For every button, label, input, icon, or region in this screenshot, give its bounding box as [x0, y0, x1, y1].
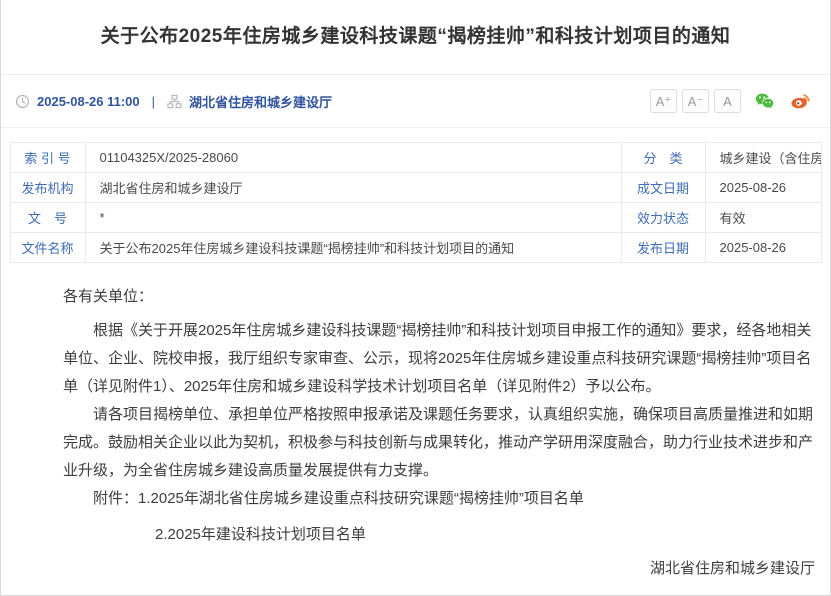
- meta-tools: A⁺ A⁻ A: [645, 89, 812, 113]
- issuing-agency-value: 湖北省住房和城乡建设厅: [85, 173, 621, 203]
- publish-date-value: 2025-08-26: [705, 233, 821, 263]
- notice-page: 关于公布2025年住房城乡建设科技课题“揭榜挂帅”和科技计划项目的通知 2025…: [0, 0, 831, 596]
- article-paragraph: 根据《关于开展2025年住房城乡建设科技课题“揭榜挂帅”和科技计划项目申报工作的…: [63, 317, 815, 401]
- doc-number-value: *: [85, 203, 621, 233]
- index-number-label: 索 引 号: [10, 143, 85, 173]
- attachment-line-1: 附件：1.2025年湖北省住房城乡建设重点科技研究课题“揭榜挂帅”项目名单: [63, 485, 815, 513]
- article-body: 各有关单位： 根据《关于开展2025年住房城乡建设科技课题“揭榜挂帅”和科技计划…: [1, 263, 830, 596]
- document-info-table: 索 引 号 01104325X/2025-28060 分 类 城乡建设（含住房）…: [10, 142, 822, 263]
- meta-separator: |: [152, 94, 155, 109]
- file-title-label: 文件名称: [10, 233, 85, 263]
- clock-icon: [15, 94, 30, 109]
- publish-time: 2025-08-26 11:00: [37, 94, 140, 109]
- meta-row: 2025-08-26 11:00 | 湖北省住房和城乡建设厅 A⁺ A⁻ A: [1, 75, 830, 128]
- font-increase-button[interactable]: A⁺: [650, 89, 677, 113]
- weibo-share-icon[interactable]: [788, 89, 812, 113]
- validity-status-value: 有效: [705, 203, 821, 233]
- table-row: 文件名称 关于公布2025年住房城乡建设科技课题“揭榜挂帅”和科技计划项目的通知…: [10, 233, 821, 263]
- doc-number-label: 文 号: [10, 203, 85, 233]
- category-value: 城乡建设（含住房）: [705, 143, 821, 173]
- index-number-value: 01104325X/2025-28060: [85, 143, 621, 173]
- publish-date-label: 发布日期: [621, 233, 705, 263]
- font-reset-button[interactable]: A: [714, 89, 741, 113]
- publish-source-link[interactable]: 湖北省住房和城乡建设厅: [189, 92, 332, 111]
- article-greeting: 各有关单位：: [63, 283, 815, 311]
- title-bar: 关于公布2025年住房城乡建设科技课题“揭榜挂帅”和科技计划项目的通知: [1, 0, 830, 75]
- file-title-value: 关于公布2025年住房城乡建设科技课题“揭榜挂帅”和科技计划项目的通知: [85, 233, 621, 263]
- meta-info: 2025-08-26 11:00 | 湖北省住房和城乡建设厅: [15, 92, 332, 111]
- article-paragraph: 请各项目揭榜单位、承担单位严格按照申报承诺及课题任务要求，认真组织实施，确保项目…: [63, 401, 815, 485]
- category-label: 分 类: [621, 143, 705, 173]
- font-decrease-button[interactable]: A⁻: [682, 89, 709, 113]
- table-row: 发布机构 湖北省住房和城乡建设厅 成文日期 2025-08-26: [10, 173, 821, 203]
- page-title: 关于公布2025年住房城乡建设科技课题“揭榜挂帅”和科技计划项目的通知: [101, 24, 731, 50]
- table-row: 索 引 号 01104325X/2025-28060 分 类 城乡建设（含住房）: [10, 143, 821, 173]
- issuing-agency-label: 发布机构: [10, 173, 85, 203]
- table-row: 文 号 * 效力状态 有效: [10, 203, 821, 233]
- written-date-value: 2025-08-26: [705, 173, 821, 203]
- signature-agency: 湖北省住房和城乡建设厅: [63, 555, 815, 583]
- written-date-label: 成文日期: [621, 173, 705, 203]
- attachment-line-2: 2.2025年建设科技计划项目名单: [63, 521, 815, 549]
- validity-status-label: 效力状态: [621, 203, 705, 233]
- sitemap-icon: [167, 94, 182, 109]
- wechat-share-icon[interactable]: [753, 90, 776, 113]
